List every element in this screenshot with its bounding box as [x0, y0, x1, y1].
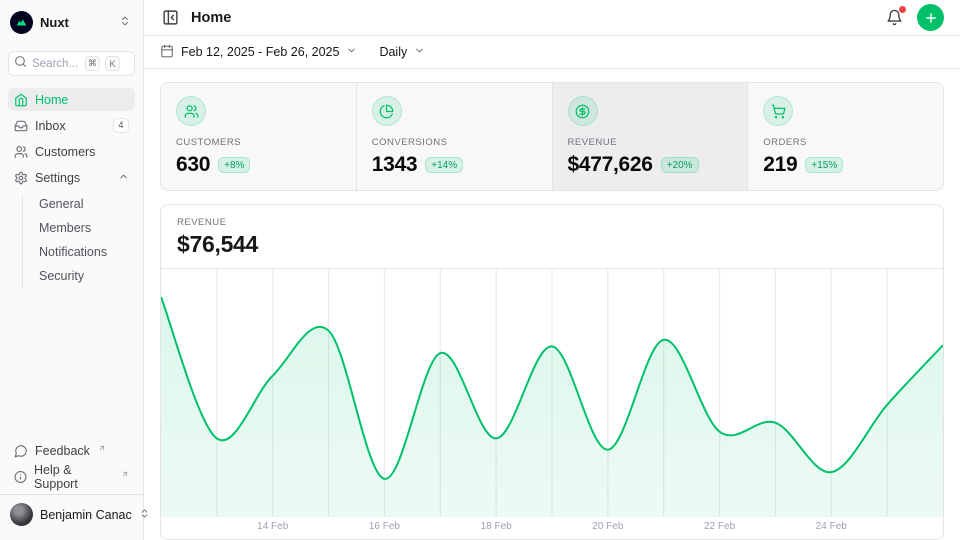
- stat-delta-badge: +20%: [661, 157, 699, 173]
- workspace-switcher[interactable]: Nuxt: [8, 8, 135, 37]
- x-tick-label: 20 Feb: [592, 521, 623, 532]
- notifications-button[interactable]: [884, 7, 905, 28]
- dashboard-content: CUSTOMERS 630 +8% CONVERSIONS 1343 +14%: [144, 69, 960, 540]
- sidebar-item-label: Feedback: [35, 444, 90, 458]
- stat-label: CONVERSIONS: [372, 137, 537, 148]
- sidebar-item-members[interactable]: Members: [35, 218, 135, 240]
- arrow-up-right-icon: [98, 441, 106, 455]
- sidebar-item-general[interactable]: General: [35, 194, 135, 216]
- stats-row: CUSTOMERS 630 +8% CONVERSIONS 1343 +14%: [160, 82, 944, 191]
- stat-value: 219: [763, 153, 797, 177]
- x-tick-label: 14 Feb: [257, 521, 288, 532]
- revenue-area-chart[interactable]: [161, 269, 943, 517]
- main-panel: Home Feb 12, 2025 - Feb 26, 2025: [144, 0, 960, 540]
- chevron-down-icon: [346, 45, 357, 59]
- kbd-k: K: [105, 56, 120, 71]
- inbox-count-badge: 4: [113, 118, 129, 133]
- nuxt-logo-icon: [10, 11, 33, 34]
- search-box[interactable]: ⌘ K: [8, 51, 135, 76]
- chart-pie-icon: [372, 96, 402, 126]
- app-window: Nuxt ⌘ K Home Inbox 4: [0, 0, 960, 540]
- stat-customers[interactable]: CUSTOMERS 630 +8%: [161, 83, 356, 190]
- stat-orders[interactable]: ORDERS 219 +15%: [747, 83, 943, 190]
- stat-delta-badge: +14%: [425, 157, 463, 173]
- granularity-select[interactable]: Daily: [379, 45, 425, 59]
- x-tick-label: 24 Feb: [816, 521, 847, 532]
- stat-label: ORDERS: [763, 137, 928, 148]
- message-circle-icon: [14, 444, 28, 458]
- user-avatar: [10, 503, 33, 526]
- home-icon: [14, 93, 28, 107]
- chart-metric-value: $76,544: [177, 231, 927, 258]
- users-icon: [14, 145, 28, 159]
- stat-label: CUSTOMERS: [176, 137, 341, 148]
- kbd-meta: ⌘: [85, 56, 100, 71]
- stat-label: REVENUE: [568, 137, 733, 148]
- collapse-sidebar-button[interactable]: [160, 7, 181, 28]
- gear-icon: [14, 171, 28, 185]
- filter-toolbar: Feb 12, 2025 - Feb 26, 2025 Daily: [144, 36, 960, 69]
- sidebar-nav: Home Inbox 4 Customers Settings General: [8, 88, 135, 288]
- x-tick-label: 16 Feb: [369, 521, 400, 532]
- chart-metric-label: REVENUE: [177, 217, 927, 228]
- sidebar-item-security[interactable]: Security: [35, 266, 135, 288]
- sidebar: Nuxt ⌘ K Home Inbox 4: [0, 0, 144, 540]
- chevron-up-icon: [118, 171, 129, 185]
- plus-icon: [924, 11, 938, 25]
- stat-value: $477,626: [568, 153, 653, 177]
- stat-delta-badge: +15%: [805, 157, 843, 173]
- user-name: Benjamin Canac: [40, 508, 132, 522]
- top-bar: Home: [144, 0, 960, 36]
- notification-dot: [899, 6, 906, 13]
- info-circle-icon: [14, 470, 27, 484]
- circle-dollar-icon: [568, 96, 598, 126]
- sidebar-item-label: Customers: [35, 145, 129, 159]
- chart-header: REVENUE $76,544: [161, 205, 943, 269]
- sidebar-item-help-support[interactable]: Help & Support: [8, 465, 135, 488]
- date-range-label: Feb 12, 2025 - Feb 26, 2025: [181, 45, 339, 59]
- users-icon: [176, 96, 206, 126]
- add-button[interactable]: [917, 4, 944, 31]
- stat-conversions[interactable]: CONVERSIONS 1343 +14%: [356, 83, 552, 190]
- calendar-icon: [160, 44, 174, 61]
- panel-left-close-icon: [162, 9, 179, 26]
- inbox-icon: [14, 119, 28, 133]
- search-input[interactable]: [32, 58, 80, 70]
- chevron-down-icon: [414, 45, 425, 59]
- sidebar-item-notifications[interactable]: Notifications: [35, 242, 135, 264]
- stat-revenue[interactable]: REVENUE $477,626 +20%: [552, 83, 748, 190]
- sidebar-item-feedback[interactable]: Feedback: [8, 439, 135, 462]
- stat-value: 1343: [372, 153, 418, 177]
- stat-value: 630: [176, 153, 210, 177]
- granularity-label: Daily: [379, 45, 407, 59]
- settings-submenu: General Members Notifications Security: [22, 194, 135, 288]
- sidebar-item-settings[interactable]: Settings: [8, 166, 135, 189]
- x-tick-label: 22 Feb: [704, 521, 735, 532]
- date-range-picker[interactable]: Feb 12, 2025 - Feb 26, 2025: [160, 44, 357, 61]
- arrow-up-right-icon: [121, 467, 129, 481]
- sidebar-item-label: Help & Support: [34, 463, 113, 491]
- x-tick-label: 18 Feb: [481, 521, 512, 532]
- chart-x-axis: 14 Feb 16 Feb 18 Feb 20 Feb 22 Feb 24 Feb: [161, 517, 943, 539]
- chevrons-up-down-icon: [119, 14, 131, 32]
- shopping-cart-icon: [763, 96, 793, 126]
- stat-delta-badge: +8%: [218, 157, 250, 173]
- user-menu-button[interactable]: Benjamin Canac: [0, 494, 143, 532]
- sidebar-item-customers[interactable]: Customers: [8, 140, 135, 163]
- sidebar-item-label: Settings: [35, 171, 111, 185]
- revenue-chart-card: REVENUE $76,544 14 Feb 16 Feb 18 Feb 20 Feb…: [160, 204, 944, 540]
- search-icon: [14, 55, 27, 73]
- sidebar-footer: Feedback Help & Support: [8, 439, 135, 494]
- sidebar-item-label: Home: [35, 93, 129, 107]
- sidebar-item-inbox[interactable]: Inbox 4: [8, 114, 135, 137]
- workspace-name: Nuxt: [40, 15, 112, 30]
- page-title: Home: [191, 10, 231, 26]
- sidebar-item-home[interactable]: Home: [8, 88, 135, 111]
- sidebar-item-label: Inbox: [35, 119, 106, 133]
